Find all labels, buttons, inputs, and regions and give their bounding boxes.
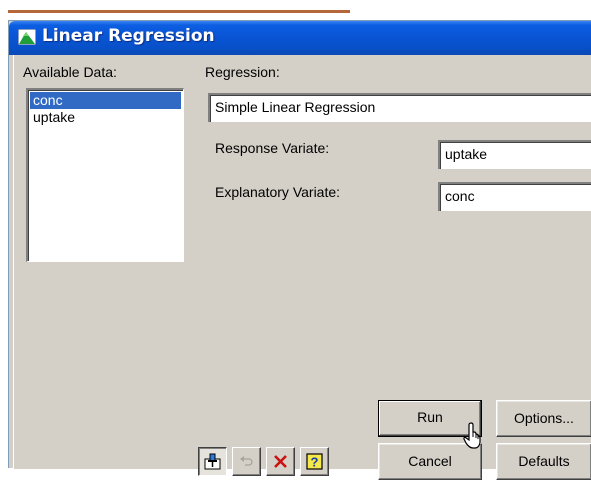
explanatory-variate-label: Explanatory Variate: (215, 184, 341, 200)
help-button[interactable]: ? (300, 447, 329, 476)
available-data-list[interactable]: conc uptake (26, 88, 184, 262)
help-icon: ? (306, 453, 323, 470)
title-bar[interactable]: Linear Regression (9, 21, 591, 55)
pin-button[interactable] (198, 447, 227, 476)
available-data-label: Available Data: (23, 64, 117, 80)
list-item-uptake[interactable]: uptake (30, 109, 181, 126)
dialog-client-area: Available Data: conc uptake Regression: … (13, 55, 591, 480)
response-variate-label: Response Variate: (215, 140, 330, 156)
linear-regression-dialog: Linear Regression Available Data: conc u… (8, 20, 591, 480)
clear-icon (274, 455, 287, 468)
undo-icon (240, 456, 253, 466)
window-title: Linear Regression (42, 26, 215, 46)
regression-label: Regression: (205, 64, 280, 80)
accent-line (8, 10, 350, 13)
explanatory-variate-field[interactable]: conc (438, 182, 591, 211)
svg-text:?: ? (311, 455, 319, 470)
mountain-app-icon (18, 29, 36, 45)
pin-icon (204, 453, 221, 470)
mouse-pointer-icon (463, 422, 481, 449)
options-button[interactable]: Options... (496, 400, 591, 437)
background-strip (0, 0, 591, 20)
clear-button[interactable] (266, 447, 295, 476)
defaults-button[interactable]: Defaults (496, 443, 591, 480)
undo-button[interactable] (232, 447, 261, 476)
list-item-conc[interactable]: conc (30, 92, 181, 109)
regression-select[interactable]: Simple Linear Regression (208, 93, 591, 122)
response-variate-field[interactable]: uptake (438, 140, 591, 169)
